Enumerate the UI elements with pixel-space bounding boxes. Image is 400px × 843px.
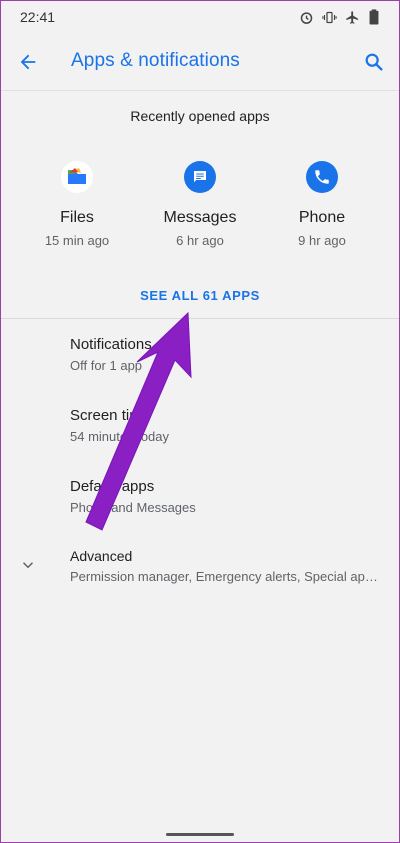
settings-item-screen-time[interactable]: Screen time 54 minutes today [70,407,390,444]
battery-icon [368,9,380,25]
page-title: Apps & notifications [71,50,240,71]
back-button[interactable] [16,50,40,74]
app-name: Messages [163,209,237,226]
settings-item-summary: 54 minutes today [70,429,170,444]
settings-item-title: Default apps [70,478,155,495]
app-name: Files [60,209,94,226]
settings-item-notifications[interactable]: Notifications Off for 1 app [70,336,390,373]
settings-item-title: Notifications [70,336,152,353]
settings-item-advanced[interactable]: Advanced Permission manager, Emergency a… [70,548,384,584]
app-last-used: 9 hr ago [298,233,346,248]
settings-item-default-apps[interactable]: Default apps Phone and Messages [70,478,390,515]
recent-apps-section: Recently opened apps Files 15 min ago Me… [0,90,400,320]
status-icons [299,9,380,25]
alarm-icon [299,10,314,25]
section-divider [0,318,400,319]
gesture-nav-handle[interactable] [166,833,234,836]
recent-app-phone[interactable]: Phone 9 hr ago [262,161,382,248]
search-button[interactable] [362,50,386,74]
chevron-down-icon [22,562,34,569]
app-bar: Apps & notifications [0,34,400,90]
expand-advanced-button[interactable] [18,555,38,575]
arrow-back-icon [20,54,36,70]
see-all-apps-button[interactable]: SEE ALL 61 APPS [0,288,400,303]
recent-app-files[interactable]: Files 15 min ago [17,161,137,248]
messages-app-icon [184,161,216,193]
settings-item-title: Screen time [70,407,151,424]
app-name: Phone [298,209,346,226]
app-last-used: 15 min ago [44,233,110,248]
search-icon [365,53,383,71]
phone-app-icon [306,161,338,193]
settings-item-summary: Off for 1 app [70,358,143,373]
files-app-icon [61,161,93,193]
settings-item-summary: Phone and Messages [70,500,196,515]
app-last-used: 6 hr ago [176,233,224,248]
settings-item-title: Advanced [70,548,133,564]
recent-apps-header: Recently opened apps [130,108,270,124]
settings-item-summary: Permission manager, Emergency alerts, Sp… [70,569,384,584]
status-bar: 22:41 [0,0,400,34]
airplane-mode-icon [345,10,360,25]
status-time: 22:41 [20,9,56,25]
recent-app-messages[interactable]: Messages 6 hr ago [140,161,260,248]
vibrate-icon [322,10,337,25]
